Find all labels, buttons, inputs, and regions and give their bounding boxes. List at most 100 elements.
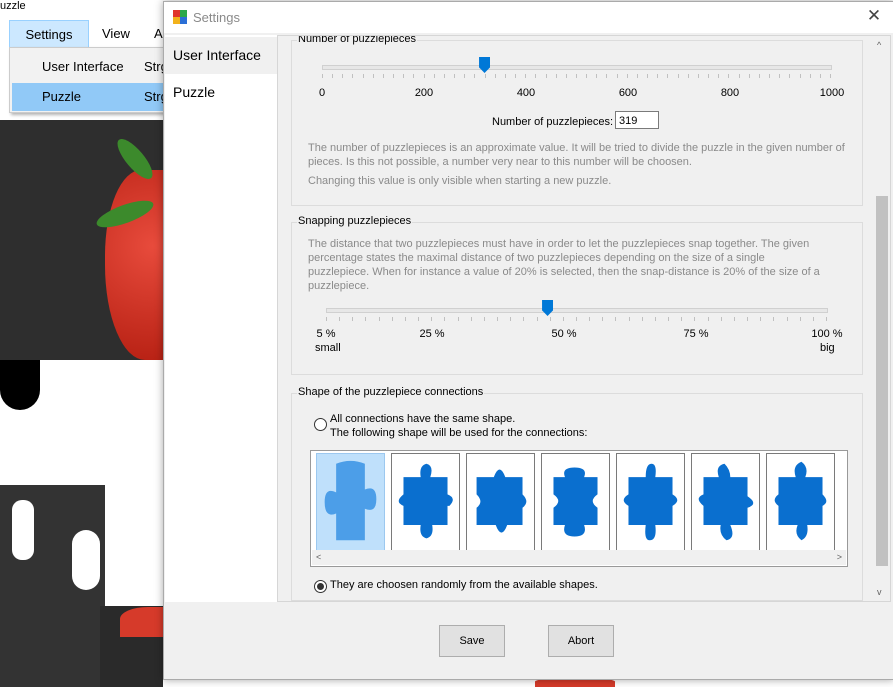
slider-tick	[769, 74, 771, 78]
slider-tick	[339, 317, 341, 321]
slider-tick	[694, 317, 696, 321]
puzzle-shape-icon	[398, 463, 453, 539]
slider-tick	[786, 317, 788, 321]
scroll-right-icon[interactable]: >	[837, 552, 842, 562]
slider-tick	[708, 74, 710, 78]
shape-option[interactable]	[691, 453, 760, 551]
snapping-min-caption: small	[315, 342, 341, 354]
slider-tick	[497, 317, 499, 321]
pieces-tick-label: 1000	[819, 87, 845, 99]
slider-tick	[628, 317, 630, 321]
slider-tick	[668, 317, 670, 321]
slider-tick	[812, 317, 814, 321]
slider-tick	[799, 74, 801, 78]
pieces-tick-label: 800	[720, 87, 740, 99]
radio-same-shape[interactable]	[314, 418, 327, 431]
abort-button[interactable]: Abort	[548, 625, 614, 657]
slider-tick	[494, 74, 496, 78]
snapping-group-title: Snapping puzzlepieces	[297, 215, 413, 227]
slider-tick	[728, 74, 730, 78]
slider-tick	[641, 317, 643, 321]
slider-tick	[626, 74, 628, 78]
slider-tick	[372, 74, 374, 78]
snapping-tick-label: 25 %	[419, 328, 445, 340]
shape-option[interactable]	[391, 453, 460, 551]
slider-tick	[687, 74, 689, 78]
slider-tick	[523, 317, 525, 321]
snapping-tick-label: 50 %	[551, 328, 577, 340]
slider-tick	[657, 74, 659, 78]
slider-tick	[342, 74, 344, 78]
slider-tick	[576, 317, 577, 321]
slider-tick	[322, 74, 323, 78]
scroll-left-icon[interactable]: <	[316, 552, 321, 562]
shape-option[interactable]	[316, 453, 385, 551]
snapping-group: Snapping puzzlepieces The distance that …	[291, 215, 863, 375]
shape-option[interactable]	[466, 453, 535, 551]
menu-settings[interactable]: Settings	[9, 20, 89, 48]
slider-tick	[636, 74, 638, 78]
slider-tick	[647, 74, 649, 78]
shape-group-title: Shape of the puzzlepiece connections	[297, 386, 485, 398]
radio-same-shape-line1: All connections have the same shape.	[330, 413, 516, 425]
shape-option[interactable]	[541, 453, 610, 551]
slider-tick	[555, 74, 557, 78]
scroll-down-icon[interactable]: v	[877, 587, 882, 597]
puzzle-piece-gap	[72, 530, 100, 590]
shape-horizontal-scrollbar[interactable]: < >	[312, 550, 846, 565]
slider-tick	[809, 74, 811, 78]
snapping-slider-thumb[interactable]	[542, 300, 554, 316]
scroll-up-icon[interactable]: ^	[877, 40, 881, 50]
pieces-tick-label: 400	[516, 87, 536, 99]
dropdown-item-user-interface[interactable]: User Interface Strg	[12, 53, 168, 81]
slider-tick	[510, 317, 512, 321]
slider-tick	[747, 317, 749, 321]
slider-tick	[654, 317, 656, 321]
slider-tick	[589, 317, 591, 321]
nav-item-puzzle[interactable]: Puzzle	[165, 74, 279, 111]
slider-tick	[515, 74, 517, 78]
dropdown-item-label: Puzzle	[42, 89, 82, 104]
shape-option[interactable]	[616, 453, 685, 551]
puzzle-shape-icon	[476, 469, 527, 533]
radio-random-shape[interactable]	[314, 580, 327, 593]
nav-item-user-interface[interactable]: User Interface	[165, 37, 279, 74]
pieces-slider-track[interactable]	[322, 65, 832, 70]
pieces-note: Changing this value is only visible when…	[308, 175, 612, 187]
shape-selector: < >	[310, 450, 848, 567]
slider-tick	[418, 317, 420, 321]
snapping-tick-label: 5 %	[316, 328, 336, 340]
slider-tick	[707, 317, 709, 321]
menubar: Settings View A	[0, 20, 170, 48]
slider-tick	[720, 317, 722, 321]
slider-tick	[483, 317, 485, 321]
snapping-tick-label: 75 %	[683, 328, 709, 340]
snapping-slider-track[interactable]	[326, 308, 828, 313]
pieces-description: The number of puzzlepieces is an approxi…	[308, 142, 845, 168]
shape-option[interactable]	[766, 453, 835, 551]
slider-tick	[545, 74, 547, 78]
slider-tick	[773, 317, 775, 321]
slider-tick	[616, 74, 618, 78]
pieces-slider-thumb[interactable]	[479, 57, 491, 73]
puzzle-piece-gap	[12, 500, 34, 560]
menu-view[interactable]: View	[92, 20, 140, 48]
slider-tick	[738, 74, 740, 78]
slider-tick	[470, 317, 472, 321]
slider-tick	[474, 74, 476, 78]
slider-tick	[504, 74, 506, 78]
pieces-value-field[interactable]: 319	[615, 111, 659, 129]
slider-tick	[576, 74, 577, 78]
slider-tick	[365, 317, 367, 321]
slider-tick	[326, 317, 327, 321]
slider-tick	[403, 74, 405, 78]
dropdown-item-puzzle[interactable]: Puzzle Strg	[12, 83, 168, 111]
vertical-scroll-thumb[interactable]	[876, 196, 888, 566]
close-icon[interactable]: ✕	[864, 6, 884, 26]
slider-tick	[423, 74, 425, 78]
settings-content-panel: Number of puzzlepieces 0 200 400 600 800…	[277, 35, 891, 602]
slider-tick	[667, 74, 669, 78]
slider-tick	[362, 74, 364, 78]
save-button[interactable]: Save	[439, 625, 505, 657]
content-vertical-scrollbar[interactable]: ^ v	[873, 36, 890, 601]
